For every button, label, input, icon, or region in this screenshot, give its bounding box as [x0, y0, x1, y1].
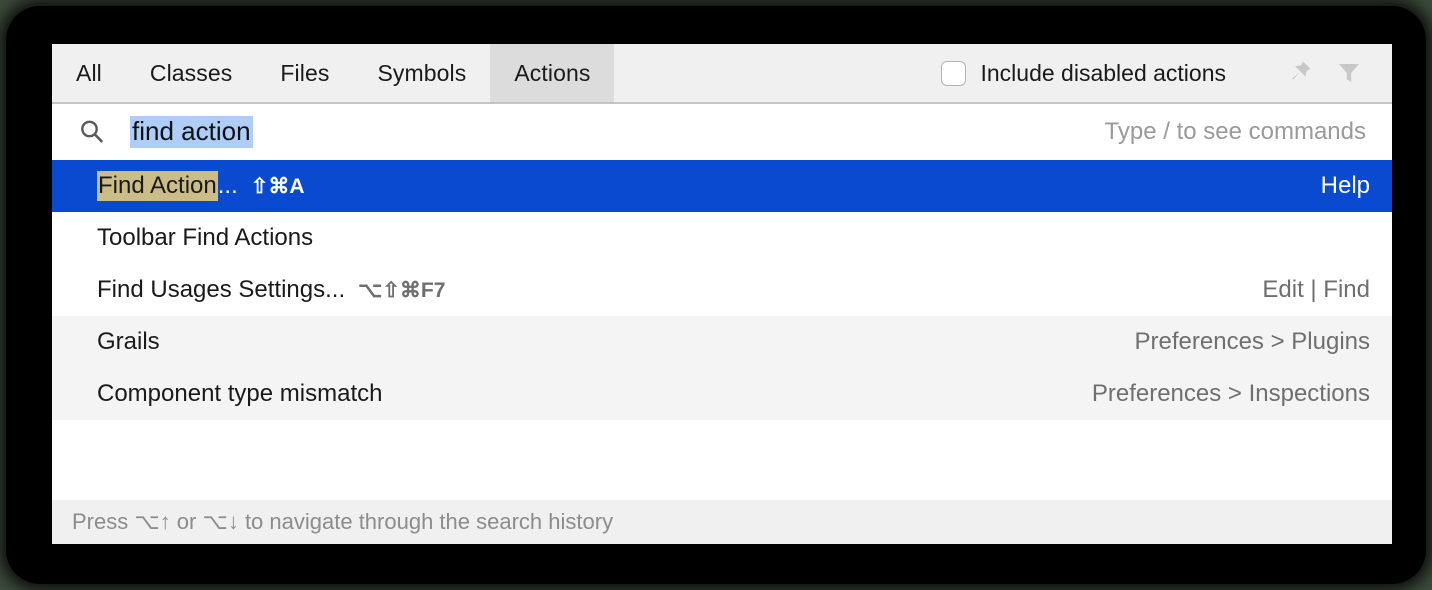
tab-symbols-label: Symbols — [377, 59, 467, 86]
table-row[interactable]: Toolbar Find Actions — [52, 212, 1392, 264]
include-disabled-actions-label: Include disabled actions — [980, 59, 1227, 86]
tab-classes-label: Classes — [149, 59, 233, 86]
result-location: Preferences > Plugins — [1134, 328, 1370, 355]
tab-classes[interactable]: Classes — [126, 44, 257, 102]
footer-hint-text: Press ⌥↑ or ⌥↓ to navigate through the s… — [72, 509, 614, 534]
result-shortcut: ⌥⇧⌘F7 — [358, 278, 446, 302]
tab-all[interactable]: All — [52, 44, 126, 102]
tab-all-label: All — [76, 59, 102, 86]
filter-icon[interactable] — [1332, 56, 1366, 90]
result-title-suffix: ... — [217, 172, 238, 199]
result-match-highlight: Find Action — [97, 171, 218, 201]
result-title: Find Usages Settings... — [97, 276, 345, 304]
search-hint: Type / to see commands — [1104, 118, 1366, 145]
tab-bar-right-controls: Include disabled actions — [940, 44, 1393, 102]
result-title: Grails — [97, 328, 160, 356]
search-row[interactable]: find action Type / to see commands — [52, 104, 1392, 160]
results-list: Find Action... ⇧⌘A Help Toolbar Find Act… — [52, 160, 1392, 500]
table-row[interactable]: Grails Preferences > Plugins — [52, 316, 1392, 368]
table-row[interactable]: Find Usages Settings... ⌥⇧⌘F7 Edit | Fin… — [52, 264, 1392, 316]
tab-files[interactable]: Files — [256, 44, 353, 102]
result-location: Preferences > Inspections — [1091, 380, 1370, 407]
table-row[interactable]: Component type mismatch Preferences > In… — [52, 368, 1392, 420]
result-title-suffix: Toolbar Find Actions — [97, 224, 314, 251]
result-title-suffix: Find Usages Settings... — [97, 276, 346, 303]
result-shortcut: ⇧⌘A — [250, 174, 305, 198]
result-title-suffix: Component type mismatch — [97, 380, 383, 407]
result-title: Toolbar Find Actions — [97, 224, 313, 252]
table-row[interactable]: Find Action... ⇧⌘A Help — [52, 160, 1392, 212]
tab-actions-label: Actions — [514, 59, 591, 86]
pin-icon[interactable] — [1282, 56, 1316, 90]
checkbox-box[interactable] — [940, 60, 966, 86]
result-title-suffix: Grails — [97, 328, 160, 355]
tab-bar: All Classes Files Symbols Actions Includ… — [52, 44, 1392, 104]
tab-files-label: Files — [280, 59, 330, 86]
include-disabled-actions-checkbox[interactable]: Include disabled actions — [940, 59, 1227, 87]
screen-plate: All Classes Files Symbols Actions Includ… — [6, 6, 1426, 584]
footer-hint-bar: Press ⌥↑ or ⌥↓ to navigate through the s… — [52, 500, 1392, 544]
tab-symbols[interactable]: Symbols — [353, 44, 490, 102]
tab-actions[interactable]: Actions — [490, 44, 615, 102]
desktop-backdrop: All Classes Files Symbols Actions Includ… — [0, 0, 1432, 590]
result-title: Component type mismatch — [97, 380, 382, 408]
result-location: Help — [1320, 172, 1370, 199]
search-input[interactable]: find action — [130, 116, 253, 148]
search-icon — [76, 116, 108, 148]
result-location: Edit | Find — [1262, 276, 1370, 303]
result-title: Find Action... — [97, 171, 238, 201]
search-everywhere-popup: All Classes Files Symbols Actions Includ… — [52, 44, 1392, 544]
